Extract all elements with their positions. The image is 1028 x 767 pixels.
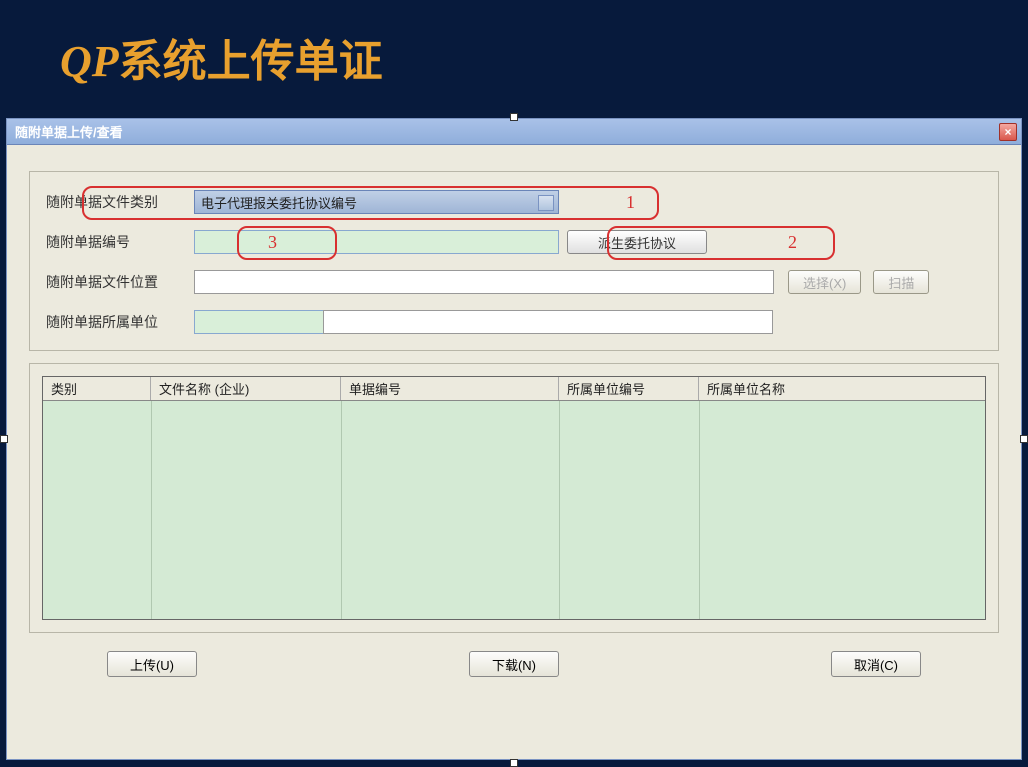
slide-title: QP系统上传单证	[0, 0, 1028, 104]
data-table: 类别 文件名称 (企业) 单据编号 所属单位编号 所属单位名称	[42, 376, 986, 620]
cancel-button[interactable]: 取消(C)	[831, 651, 921, 677]
col-divider	[699, 401, 700, 619]
row-unit: 随附单据所属单位	[44, 310, 984, 334]
col-divider	[341, 401, 342, 619]
col-header-unit-name[interactable]: 所属单位名称	[699, 377, 985, 400]
row-file-location: 随附单据文件位置 选择(X) 扫描	[44, 270, 984, 294]
col-header-unit-code[interactable]: 所属单位编号	[559, 377, 699, 400]
input-file-location[interactable]	[194, 270, 774, 294]
close-icon: ×	[1004, 126, 1011, 138]
col-header-type[interactable]: 类别	[43, 377, 151, 400]
close-button[interactable]: ×	[999, 123, 1017, 141]
selection-handle-top	[510, 113, 518, 121]
selection-handle-bottom	[510, 759, 518, 767]
selection-handle-right	[1020, 435, 1028, 443]
col-header-filename[interactable]: 文件名称 (企业)	[151, 377, 341, 400]
row-file-type: 1 随附单据文件类别 电子代理报关委托协议编号	[44, 190, 984, 214]
input-unit-name[interactable]	[323, 310, 773, 334]
input-doc-number[interactable]	[194, 230, 559, 254]
table-body	[43, 401, 985, 619]
upload-button[interactable]: 上传(U)	[107, 651, 197, 677]
titlebar: 随附单据上传/查看 ×	[7, 119, 1021, 145]
dialog-window: 随附单据上传/查看 × 1 随附单据文件类别 电子代理报关委托协议编号 3 2 …	[6, 118, 1022, 760]
table-header-row: 类别 文件名称 (企业) 单据编号 所属单位编号 所属单位名称	[43, 377, 985, 401]
table-panel: 类别 文件名称 (企业) 单据编号 所属单位编号 所属单位名称	[29, 363, 999, 633]
form-panel: 1 随附单据文件类别 电子代理报关委托协议编号 3 2 随附单据编号 派生委托协…	[29, 171, 999, 351]
col-header-doc-no[interactable]: 单据编号	[341, 377, 559, 400]
scan-button[interactable]: 扫描	[873, 270, 929, 294]
download-button[interactable]: 下载(N)	[469, 651, 559, 677]
input-unit-code[interactable]	[194, 310, 324, 334]
col-divider	[559, 401, 560, 619]
dropdown-file-type-value: 电子代理报关委托协议编号	[201, 193, 357, 212]
selection-handle-left	[0, 435, 8, 443]
row-doc-number: 3 2 随附单据编号 派生委托协议	[44, 230, 984, 254]
annotation-number-2: 2	[788, 232, 797, 253]
label-unit: 随附单据所属单位	[44, 312, 194, 332]
dropdown-file-type[interactable]: 电子代理报关委托协议编号	[194, 190, 559, 214]
title-qp: QP	[60, 37, 119, 86]
col-divider	[151, 401, 152, 619]
derive-agreement-button[interactable]: 派生委托协议	[567, 230, 707, 254]
label-file-type: 随附单据文件类别	[44, 192, 194, 212]
annotation-number-1: 1	[626, 192, 635, 213]
window-title: 随附单据上传/查看	[15, 122, 123, 141]
label-doc-number: 随附单据编号	[44, 232, 194, 252]
select-file-button[interactable]: 选择(X)	[788, 270, 861, 294]
bottom-button-row: 上传(U) 下载(N) 取消(C)	[7, 633, 1021, 677]
label-file-location: 随附单据文件位置	[44, 272, 194, 292]
title-rest: 系统上传单证	[119, 37, 383, 86]
